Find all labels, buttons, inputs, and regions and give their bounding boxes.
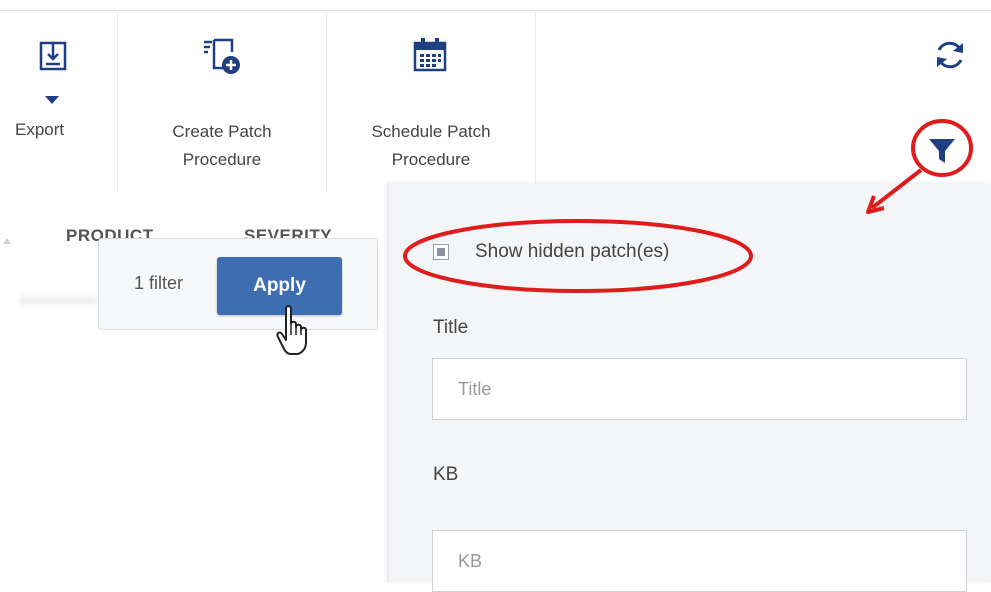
calendar-icon [413, 38, 447, 72]
title-input[interactable]: Title [432, 358, 967, 420]
export-icon [39, 41, 67, 71]
create-patch-label-line1: Create Patch [172, 122, 272, 141]
schedule-patch-label-line2: Procedure [391, 150, 471, 169]
caret-down-icon[interactable] [45, 96, 59, 104]
export-button[interactable]: Export [0, 12, 117, 187]
show-hidden-checkbox[interactable] [433, 244, 449, 260]
kb-input[interactable]: KB [432, 530, 967, 592]
filter-count: 1 filter [134, 273, 184, 293]
filter-icon [929, 139, 955, 163]
hand-pointer-icon [276, 305, 307, 355]
title-field-label: Title [433, 317, 469, 338]
refresh-icon[interactable] [932, 37, 968, 73]
create-procedure-icon [204, 38, 240, 74]
show-hidden-label[interactable]: Show hidden patch(es) [475, 241, 669, 263]
kb-field-label: KB [433, 464, 459, 485]
checkbox-checked-indicator [437, 248, 445, 256]
sort-arrow-icon[interactable] [3, 238, 11, 244]
schedule-patch-procedure-button[interactable]: Schedule Patch Procedure [327, 12, 535, 187]
top-border [0, 0, 991, 11]
torn-edge [20, 292, 98, 304]
apply-filter-popup: 1 filter Apply [98, 238, 378, 330]
filter-button[interactable] [912, 119, 972, 179]
create-patch-label-line2: Procedure [182, 150, 262, 169]
create-patch-procedure-button[interactable]: Create Patch Procedure [118, 12, 326, 187]
filter-panel: Show hidden patch(es) Title Title KB KB [388, 183, 991, 592]
toolbar-separator [535, 12, 536, 192]
export-label: Export [15, 120, 65, 139]
schedule-patch-label-line1: Schedule Patch [371, 122, 491, 141]
